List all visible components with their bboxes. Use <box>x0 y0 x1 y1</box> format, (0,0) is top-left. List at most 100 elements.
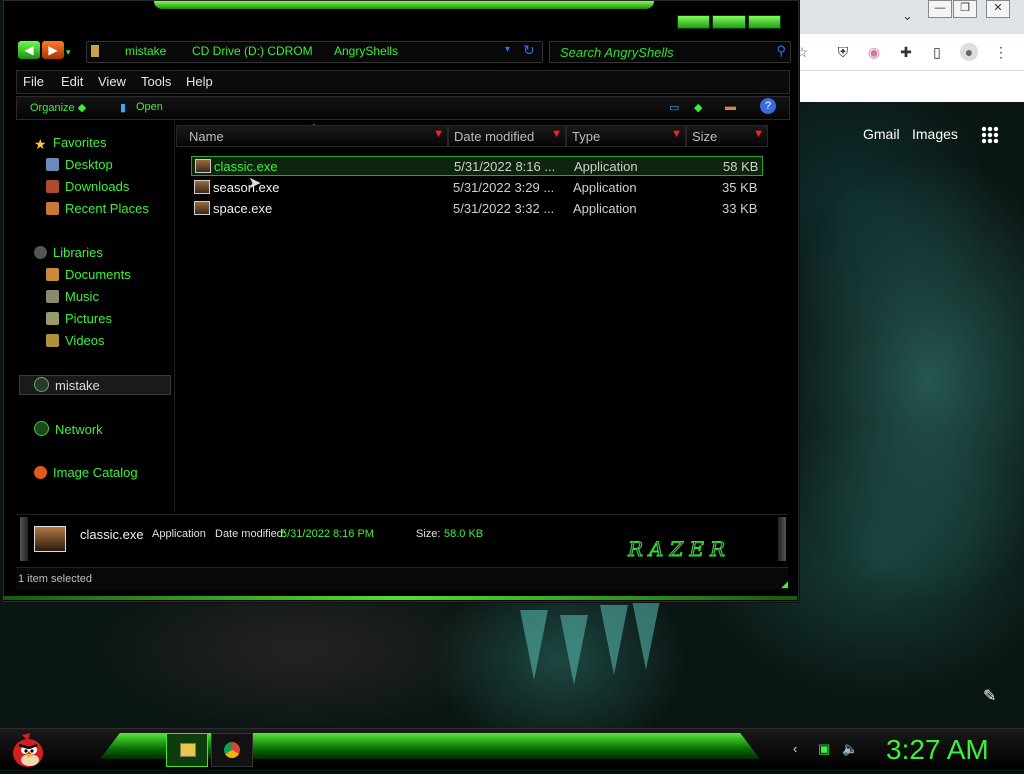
mouse-cursor-icon: ➤ <box>248 175 262 192</box>
menu-tools[interactable]: Tools <box>141 74 171 89</box>
column-type[interactable]: Type ▼ <box>566 125 686 147</box>
column-size[interactable]: Size ▼ <box>686 125 768 147</box>
explorer-window: ◀ ▶ ▾ mistake CD Drive (D:) CDROM AngryS… <box>3 0 799 602</box>
taskbar-chrome-button[interactable] <box>211 733 253 767</box>
details-pane: classic.exe Application Date modified: 5… <box>16 514 788 565</box>
chrome-icon <box>224 742 240 758</box>
sidebar-item-videos[interactable]: Videos <box>46 333 105 348</box>
column-date-dropdown-icon[interactable]: ▼ <box>551 128 562 140</box>
browser-restore-button[interactable]: ❐ <box>953 0 977 18</box>
folder-icon <box>180 743 196 757</box>
status-bar: 1 item selected ◢ <box>16 567 788 590</box>
browser-menu-icon[interactable]: ⋮ <box>992 43 1010 61</box>
maximize-button[interactable] <box>712 15 746 29</box>
videos-icon <box>46 334 59 347</box>
column-size-dropdown-icon[interactable]: ▼ <box>753 128 764 140</box>
breadcrumb-cd-drive[interactable]: CD Drive (D:) CDROM <box>192 44 313 58</box>
file-row[interactable]: space.exe 5/31/2022 3:32 ... Application… <box>191 199 761 217</box>
back-button[interactable]: ◀ <box>18 41 40 59</box>
file-date: 5/31/2022 8:16 ... <box>454 159 556 174</box>
window-top-glow <box>154 1 654 9</box>
browser-close-button[interactable]: ✕ <box>986 0 1010 18</box>
taskbar: ‹ ▣ 🔈 3:27 AM <box>0 728 1024 769</box>
search-icon[interactable]: ⚲ <box>776 43 786 59</box>
menu-file[interactable]: File <box>23 74 44 89</box>
sidebar-libraries[interactable]: Libraries <box>34 245 103 260</box>
window-controls <box>677 15 781 29</box>
libraries-icon <box>34 246 47 259</box>
breadcrumb-angryshells[interactable]: AngryShells <box>334 44 398 58</box>
network-tray-icon[interactable]: ▣ <box>818 741 830 757</box>
organize-button[interactable]: Organize ◆ <box>30 101 86 114</box>
nav-buttons: ◀ ▶ ▾ <box>18 41 71 63</box>
sidebar-image-catalog[interactable]: Image Catalog <box>34 465 138 480</box>
homegroup-icon <box>34 377 49 392</box>
help-icon[interactable]: ? <box>760 98 776 114</box>
column-date-modified[interactable]: Date modified ▼ <box>448 125 566 147</box>
breadcrumb-mistake[interactable]: mistake <box>125 44 166 58</box>
details-date-label: Date modified: <box>215 528 286 540</box>
taskbar-explorer-button[interactable] <box>166 733 208 767</box>
tray-expand-icon[interactable]: ‹ <box>793 741 797 756</box>
preview-pane-icon[interactable]: ▬ <box>725 101 736 113</box>
view-options-icon[interactable]: ▭ <box>669 101 679 114</box>
sidebar-network[interactable]: Network <box>34 421 103 437</box>
status-text: 1 item selected <box>18 573 92 585</box>
column-type-dropdown-icon[interactable]: ▼ <box>671 128 682 140</box>
browser-toolbar: ☆ ⛨ ◉ ✚ ▯ ● ⋮ <box>790 34 1024 71</box>
menu-view[interactable]: View <box>98 74 126 89</box>
sidebar-favorites[interactable]: ★ Favorites <box>34 135 106 152</box>
browser-minimize-button[interactable]: — <box>928 0 952 18</box>
volume-icon[interactable]: 🔈 <box>842 741 858 757</box>
tab-search-chevron-icon[interactable]: ⌄ <box>902 8 913 24</box>
file-type: Application <box>573 201 637 216</box>
resize-grip-icon[interactable]: ◢ <box>781 579 788 590</box>
application-icon <box>194 180 210 194</box>
profile-avatar-icon[interactable]: ● <box>960 43 978 61</box>
browser-window: ⌄ — ❐ ✕ ☆ ⛨ ◉ ✚ ▯ ● ⋮ <box>790 0 1024 102</box>
sidebar-item-recent-places[interactable]: Recent Places <box>46 201 149 216</box>
taskbar-clock[interactable]: 3:27 AM <box>886 734 989 766</box>
search-input[interactable] <box>558 44 762 61</box>
recent-pages-chevron-icon[interactable]: ▾ <box>66 41 71 63</box>
details-left-bracket <box>20 517 28 561</box>
star-icon: ★ <box>34 136 47 152</box>
file-row[interactable]: classic.exe 5/31/2022 8:16 ... Applicati… <box>191 156 763 176</box>
address-bar[interactable]: mistake CD Drive (D:) CDROM AngryShells … <box>86 41 543 63</box>
address-dropdown-icon[interactable]: ▾ <box>505 44 510 55</box>
view-dropdown-icon[interactable]: ◆ <box>694 101 702 114</box>
file-size: 58 KB <box>723 159 759 174</box>
file-date: 5/31/2022 3:29 ... <box>453 180 555 195</box>
start-button[interactable] <box>8 729 48 769</box>
images-link[interactable]: Images <box>912 126 958 142</box>
ublock-extension-icon[interactable]: ⛨ <box>834 43 852 61</box>
open-button[interactable]: Open <box>136 101 163 113</box>
minimize-button[interactable] <box>677 15 711 29</box>
column-name[interactable]: Name ▼ <box>176 125 448 147</box>
file-row[interactable]: season.exe 5/31/2022 3:29 ... Applicatio… <box>191 178 761 196</box>
close-button[interactable] <box>747 15 781 29</box>
sidebar-item-desktop[interactable]: Desktop <box>46 157 113 172</box>
application-thumbnail-icon <box>34 526 66 552</box>
sidebar-item-downloads[interactable]: Downloads <box>46 179 129 194</box>
extensions-puzzle-icon[interactable]: ✚ <box>897 43 915 61</box>
sidebar-item-pictures[interactable]: Pictures <box>46 311 112 326</box>
documents-icon <box>46 268 59 281</box>
extension-flag-icon[interactable]: ◉ <box>865 43 883 61</box>
sidebar-item-music[interactable]: Music <box>46 289 99 304</box>
forward-button[interactable]: ▶ <box>42 41 64 59</box>
details-file-name: classic.exe <box>80 527 144 542</box>
desktop-icon <box>46 158 59 171</box>
side-panel-icon[interactable]: ▯ <box>928 43 946 61</box>
sidebar-item-documents[interactable]: Documents <box>46 267 131 282</box>
refresh-icon[interactable]: ↻ <box>523 42 535 59</box>
gmail-link[interactable]: Gmail <box>863 126 900 142</box>
sidebar-homegroup[interactable]: mistake <box>34 377 100 393</box>
column-name-dropdown-icon[interactable]: ▼ <box>433 128 444 140</box>
customize-pencil-icon[interactable]: ✎ <box>983 686 996 706</box>
menu-edit[interactable]: Edit <box>61 74 83 89</box>
file-size: 33 KB <box>722 201 758 216</box>
google-apps-icon[interactable] <box>981 126 999 144</box>
menu-help[interactable]: Help <box>186 74 213 89</box>
application-icon <box>195 159 211 173</box>
